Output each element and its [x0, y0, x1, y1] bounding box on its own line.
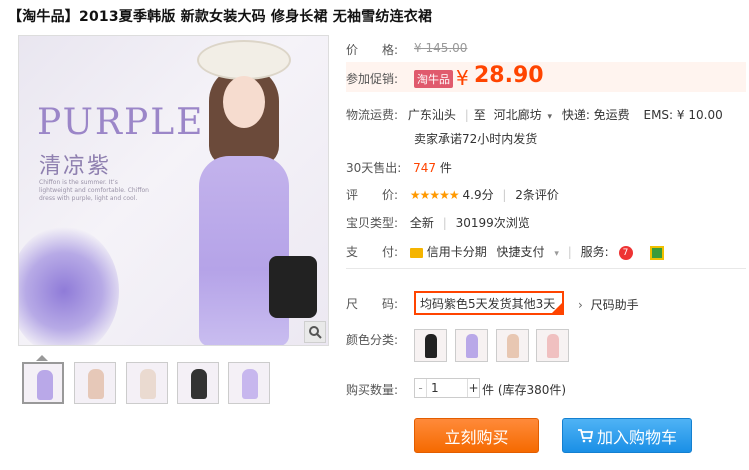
price-label: 价 格: — [346, 43, 399, 57]
thumbnail-2[interactable] — [74, 362, 116, 404]
add-to-cart-button[interactable]: 加入购物车 — [562, 418, 692, 453]
express-fee: 快递: 免运费 — [561, 108, 630, 122]
model-face — [223, 76, 265, 128]
chevron-right-icon: › — [578, 298, 583, 312]
rating-label: 评 价: — [346, 188, 399, 202]
ems-fee: EMS: ¥ 10.00 — [643, 108, 723, 122]
promo-label: 参加促销: — [346, 72, 399, 86]
image-text-cn: 清凉紫 — [39, 154, 112, 179]
chevron-down-icon[interactable]: ▾ — [554, 249, 559, 259]
original-price: ¥ 145.00 — [414, 41, 468, 55]
color-swatch-black[interactable] — [414, 329, 447, 362]
rating-score: 4.9分 — [462, 188, 494, 202]
item-condition: 全新 — [409, 216, 434, 230]
type-label: 宝贝类型: — [346, 216, 399, 230]
credit-card-icon — [409, 247, 423, 258]
product-title: 【淘牛品】2013夏季韩版 新款女装大码 修身长裙 无袖雪纺连衣裙 — [8, 9, 433, 25]
thumbnail-pointer-icon — [36, 355, 48, 361]
quantity-input[interactable]: 1 — [429, 379, 467, 397]
payment-label: 支 付: — [346, 245, 399, 259]
shipping-to-prefix: 至 — [473, 108, 486, 122]
thumbnail-1[interactable] — [22, 362, 64, 404]
quantity-stepper: - 1 + — [414, 378, 480, 398]
size-label: 尺 码: — [346, 297, 399, 311]
decorative-blur — [19, 226, 119, 345]
model-bag — [269, 256, 317, 318]
service-label: 服务: — [580, 245, 609, 259]
sales-count: 747 — [413, 161, 437, 175]
model-hat — [197, 40, 291, 80]
section-divider — [346, 268, 746, 269]
rating-stars-icon: ★★★★★ — [409, 188, 460, 202]
shipping-from: 广东汕头 — [407, 108, 456, 122]
thumbnail-5[interactable] — [228, 362, 270, 404]
main-product-image[interactable]: PURPLE 清凉紫 Chiffon is the summer. It’s l… — [18, 35, 329, 346]
quantity-label: 购买数量: — [346, 383, 399, 397]
quick-pay[interactable]: 快捷支付 — [497, 245, 545, 259]
zoom-icon[interactable] — [304, 321, 326, 343]
seven-day-return-icon[interactable]: 7 — [618, 245, 633, 260]
image-text-purple: PURPLE — [37, 102, 205, 143]
size-option-text: 均码紫色5天发货其他3天 — [420, 297, 556, 311]
decrement-button[interactable]: - — [415, 379, 427, 397]
increment-button[interactable]: + — [467, 379, 479, 397]
buy-now-label: 立刻购买 — [444, 427, 509, 447]
promo-price: 28.90 — [474, 63, 544, 88]
stock-info: 件 (库存380件) — [482, 383, 567, 397]
color-label: 颜色分类: — [346, 333, 399, 347]
add-to-cart-label: 加入购物车 — [596, 427, 677, 447]
image-text-small: Chiffon is the summer. It’s lightweight … — [39, 179, 149, 202]
shipping-promise: 卖家承诺72小时内发货 — [414, 132, 538, 146]
thumbnail-4[interactable] — [177, 362, 219, 404]
color-swatch-purple[interactable] — [455, 329, 488, 362]
view-count: 30199次浏览 — [455, 216, 530, 230]
cart-icon — [577, 428, 593, 442]
sales-unit: 件 — [439, 161, 452, 175]
buy-now-button[interactable]: 立刻购买 — [414, 418, 539, 453]
color-swatch-apricot[interactable] — [496, 329, 529, 362]
review-count-link[interactable]: 2条评价 — [515, 188, 559, 202]
color-swatch-pink[interactable] — [536, 329, 569, 362]
size-option-selected[interactable]: 均码紫色5天发货其他3天 — [414, 291, 564, 315]
thumbnail-3[interactable] — [126, 362, 168, 404]
promo-row — [346, 62, 746, 92]
size-helper-link[interactable]: 尺码助手 — [591, 298, 639, 312]
credit-installment[interactable]: 信用卡分期 — [427, 245, 487, 259]
promo-badge: 淘牛品 — [414, 70, 453, 88]
guarantee-icon[interactable] — [650, 245, 665, 260]
chevron-down-icon[interactable]: ▾ — [547, 112, 552, 122]
sales-label: 30天售出: — [346, 161, 402, 175]
shipping-destination[interactable]: 河北廊坊 — [494, 108, 542, 122]
currency-symbol: ¥ — [456, 66, 469, 90]
selected-check-icon — [552, 303, 562, 313]
shipping-label: 物流运费: — [346, 108, 399, 122]
